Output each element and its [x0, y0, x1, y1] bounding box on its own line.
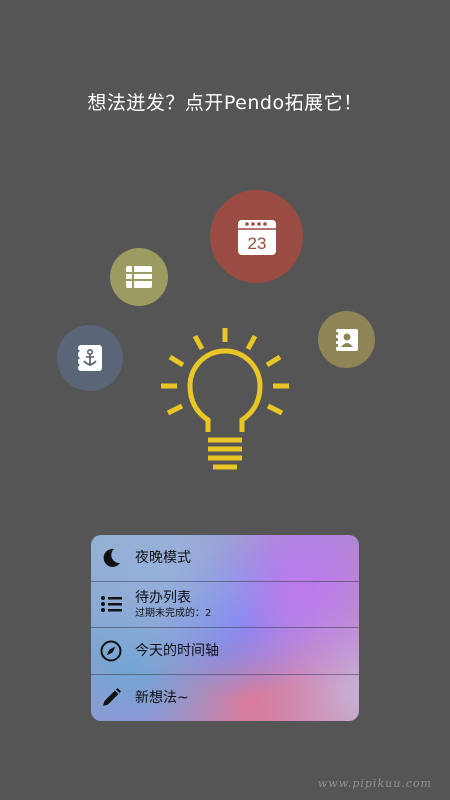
pencil-icon	[103, 688, 121, 706]
menu-item-label: 新想法~	[135, 690, 189, 706]
menu-item-new-idea[interactable]: 新想法~	[91, 675, 359, 721]
contact-shortcut[interactable]	[318, 311, 375, 368]
headline: 想法迸发？点开Pendo拓展它！	[87, 92, 363, 114]
contact-card-icon	[335, 328, 358, 351]
menu-item-timeline[interactable]: 今天的时间轴	[91, 628, 359, 675]
menu-item-label: 夜晚模式	[135, 550, 191, 566]
compass-icon	[100, 640, 122, 662]
menu-item-label: 待办列表	[135, 589, 191, 606]
menu-item-night-mode[interactable]: 夜晚模式	[91, 535, 359, 582]
list-icon	[101, 596, 122, 612]
anchor-note-icon	[76, 345, 102, 371]
moon-icon	[103, 548, 120, 567]
anchor-shortcut[interactable]	[57, 325, 123, 391]
menu-item-todo-list[interactable]: 待办列表 过期未完成的：2	[91, 581, 359, 628]
list-grid-icon	[126, 266, 152, 288]
calendar-shortcut[interactable]: 23	[210, 190, 303, 283]
calendar-date-label: 23	[247, 234, 266, 253]
watermark: www.pipikuu.com	[317, 777, 432, 790]
quick-action-menu: 夜晚模式 待办列表 过期未完成的：2 今天的时间轴 新想法~	[91, 535, 359, 721]
menu-item-label: 今天的时间轴	[135, 643, 219, 659]
list-shortcut[interactable]	[110, 248, 168, 306]
menu-item-subtitle: 过期未完成的：2	[135, 607, 212, 619]
lightbulb-icon	[161, 328, 289, 470]
calendar-icon: 23	[237, 219, 276, 255]
